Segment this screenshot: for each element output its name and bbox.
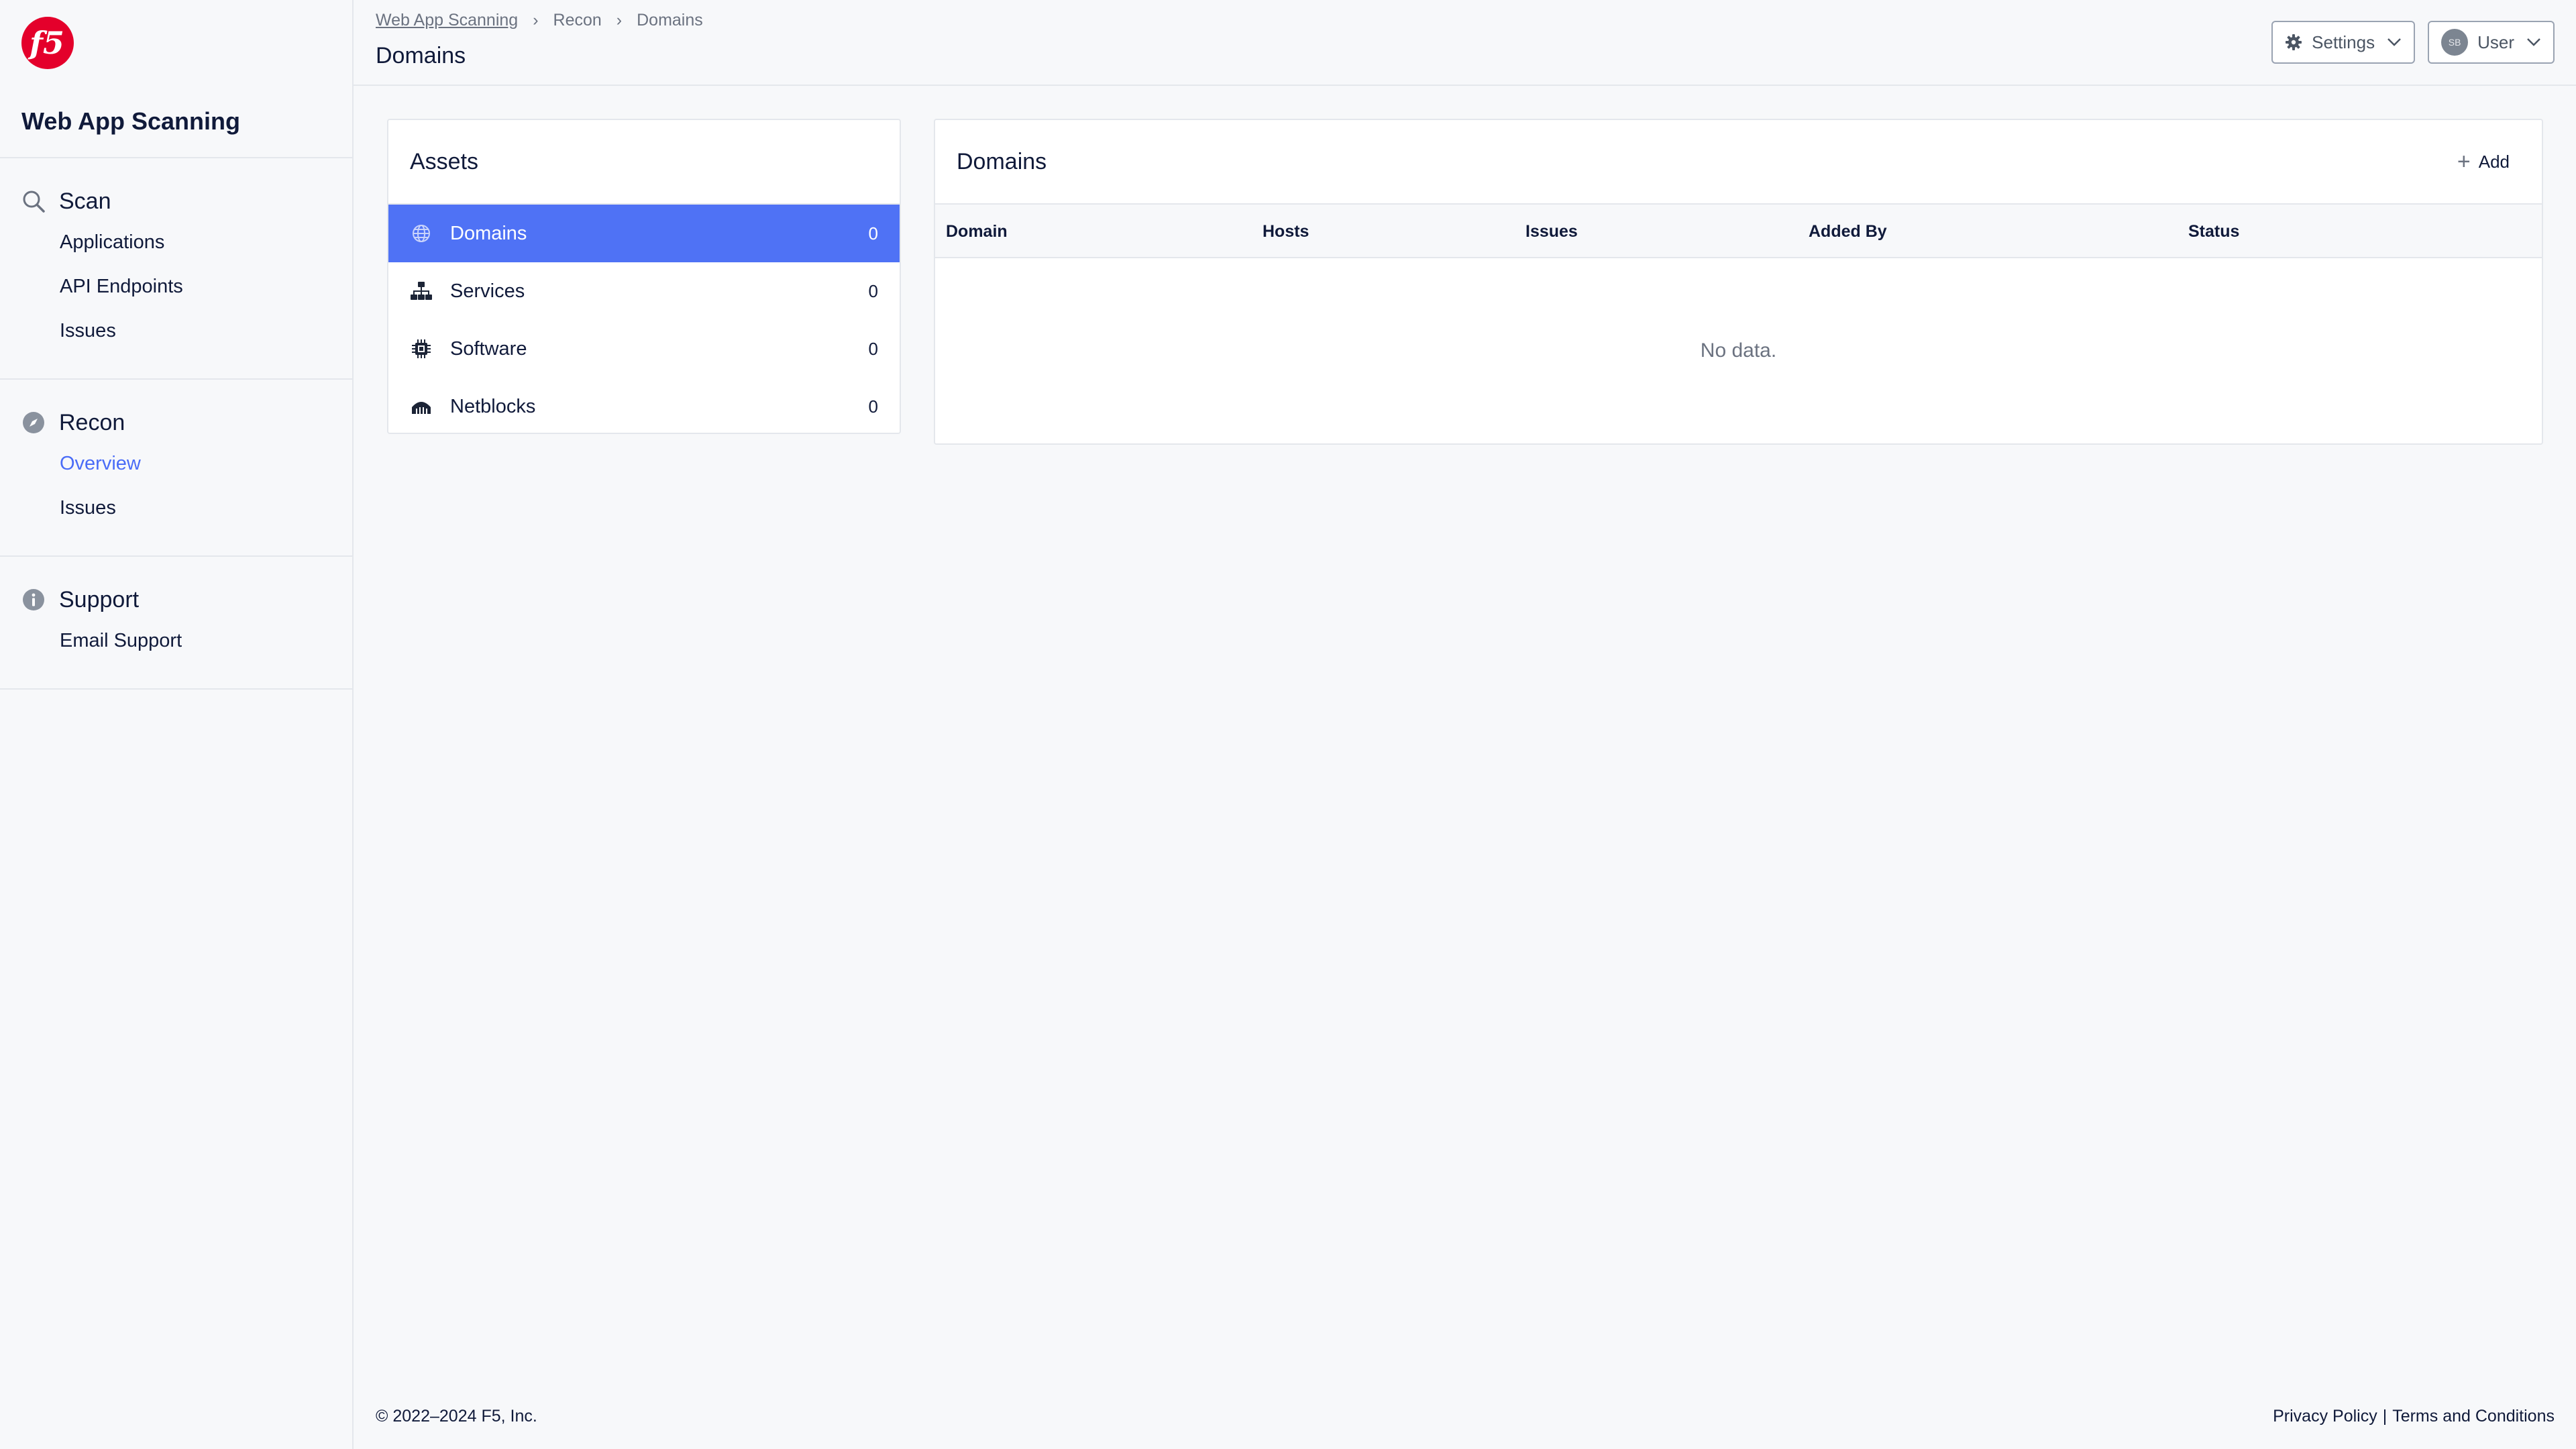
asset-count: 0 [868,223,878,244]
avatar: SB [2441,29,2469,56]
asset-label: Domains [450,222,527,244]
asset-item-services[interactable]: Services 0 [388,262,900,320]
nav-head-scan[interactable]: Scan [0,182,352,220]
sidebar-item-overview[interactable]: Overview [0,441,352,486]
asset-count: 0 [868,338,878,359]
globe-icon [410,222,433,245]
asset-item-software[interactable]: Software 0 [388,320,900,378]
network-icon [410,280,433,303]
nav-section-recon: Recon Overview Issues [0,380,352,557]
page-title: Domains [376,43,466,68]
sidebar-item-email-support[interactable]: Email Support [0,619,352,663]
plus-icon: + [2457,148,2471,174]
column-header-domain[interactable]: Domain [946,222,1008,241]
sidebar-item-applications[interactable]: Applications [0,220,352,264]
column-header-issues[interactable]: Issues [1525,222,1578,241]
nav-head-label: Scan [59,188,111,214]
top-actions: Settings SB User [2271,21,2555,64]
settings-label: Settings [2312,32,2375,52]
user-label: User [2477,32,2514,52]
footer-links: Privacy Policy | Terms and Conditions [2273,1407,2555,1426]
table-header: Domain Hosts Issues Added By Status [935,205,2542,258]
svg-text:f5: f5 [28,25,64,61]
asset-count: 0 [868,280,878,301]
asset-item-netblocks[interactable]: Netblocks 0 [388,378,900,435]
column-header-added-by[interactable]: Added By [1809,222,1887,241]
gear-icon [2285,34,2302,51]
sidebar: f5 Web App Scanning Scan Applications AP… [0,0,354,1449]
assets-title: Assets [388,120,900,205]
terms-link[interactable]: Terms and Conditions [2392,1407,2555,1426]
sidebar-item-recon-issues[interactable]: Issues [0,486,352,530]
nav-section-support: Support Email Support [0,557,352,690]
f5-logo-icon: f5 [21,17,74,69]
nav-head-label: Recon [59,409,125,435]
netblock-icon [410,395,433,418]
domains-header: Domains + Add [935,120,2542,205]
chip-icon [410,337,433,360]
copyright: © 2022–2024 F5, Inc. [376,1407,537,1426]
breadcrumb: Web App Scanning › Recon › Domains [376,11,703,30]
breadcrumb-recon: Recon [553,11,602,30]
avatar-initials: SB [2441,29,2469,56]
breadcrumb-separator-icon: › [533,11,539,30]
privacy-policy-link[interactable]: Privacy Policy [2273,1407,2377,1426]
empty-state: No data. [1700,339,1777,362]
chevron-down-icon [2526,38,2541,47]
user-menu-button[interactable]: SB User [2428,21,2555,64]
asset-item-domains[interactable]: Domains 0 [388,205,900,262]
column-header-status[interactable]: Status [2188,222,2239,241]
add-button[interactable]: + Add [2457,149,2510,175]
breadcrumb-domains: Domains [637,11,703,30]
asset-label: Software [450,337,527,360]
domains-panel: Domains + Add Domain Hosts Issues Added … [934,119,2543,445]
chevron-down-icon [2387,38,2402,47]
add-label: Add [2478,151,2510,172]
sidebar-item-scan-issues[interactable]: Issues [0,309,352,353]
top-bar: Web App Scanning › Recon › Domains Domai… [354,0,2576,86]
sidebar-item-api-endpoints[interactable]: API Endpoints [0,264,352,309]
asset-label: Services [450,280,525,302]
nav-head-label: Support [59,586,140,612]
footer-separator: | [2382,1407,2387,1426]
compass-icon [20,409,47,436]
nav-section-scan: Scan Applications API Endpoints Issues [0,158,352,380]
domains-title: Domains [957,148,1047,174]
nav-head-support[interactable]: Support [0,581,352,619]
asset-label: Netblocks [450,395,536,417]
asset-count: 0 [868,396,878,417]
breadcrumb-web-app-scanning[interactable]: Web App Scanning [376,11,518,30]
logo[interactable]: f5 [0,0,352,86]
search-icon [20,188,47,215]
app-title: Web App Scanning [0,86,352,158]
settings-button[interactable]: Settings [2271,21,2416,64]
info-icon [20,586,47,613]
breadcrumb-separator-icon: › [616,11,623,30]
column-header-hosts[interactable]: Hosts [1263,222,1309,241]
nav-head-recon[interactable]: Recon [0,404,352,441]
assets-panel: Assets Domains 0 Services 0 Software 0 N… [387,119,901,434]
